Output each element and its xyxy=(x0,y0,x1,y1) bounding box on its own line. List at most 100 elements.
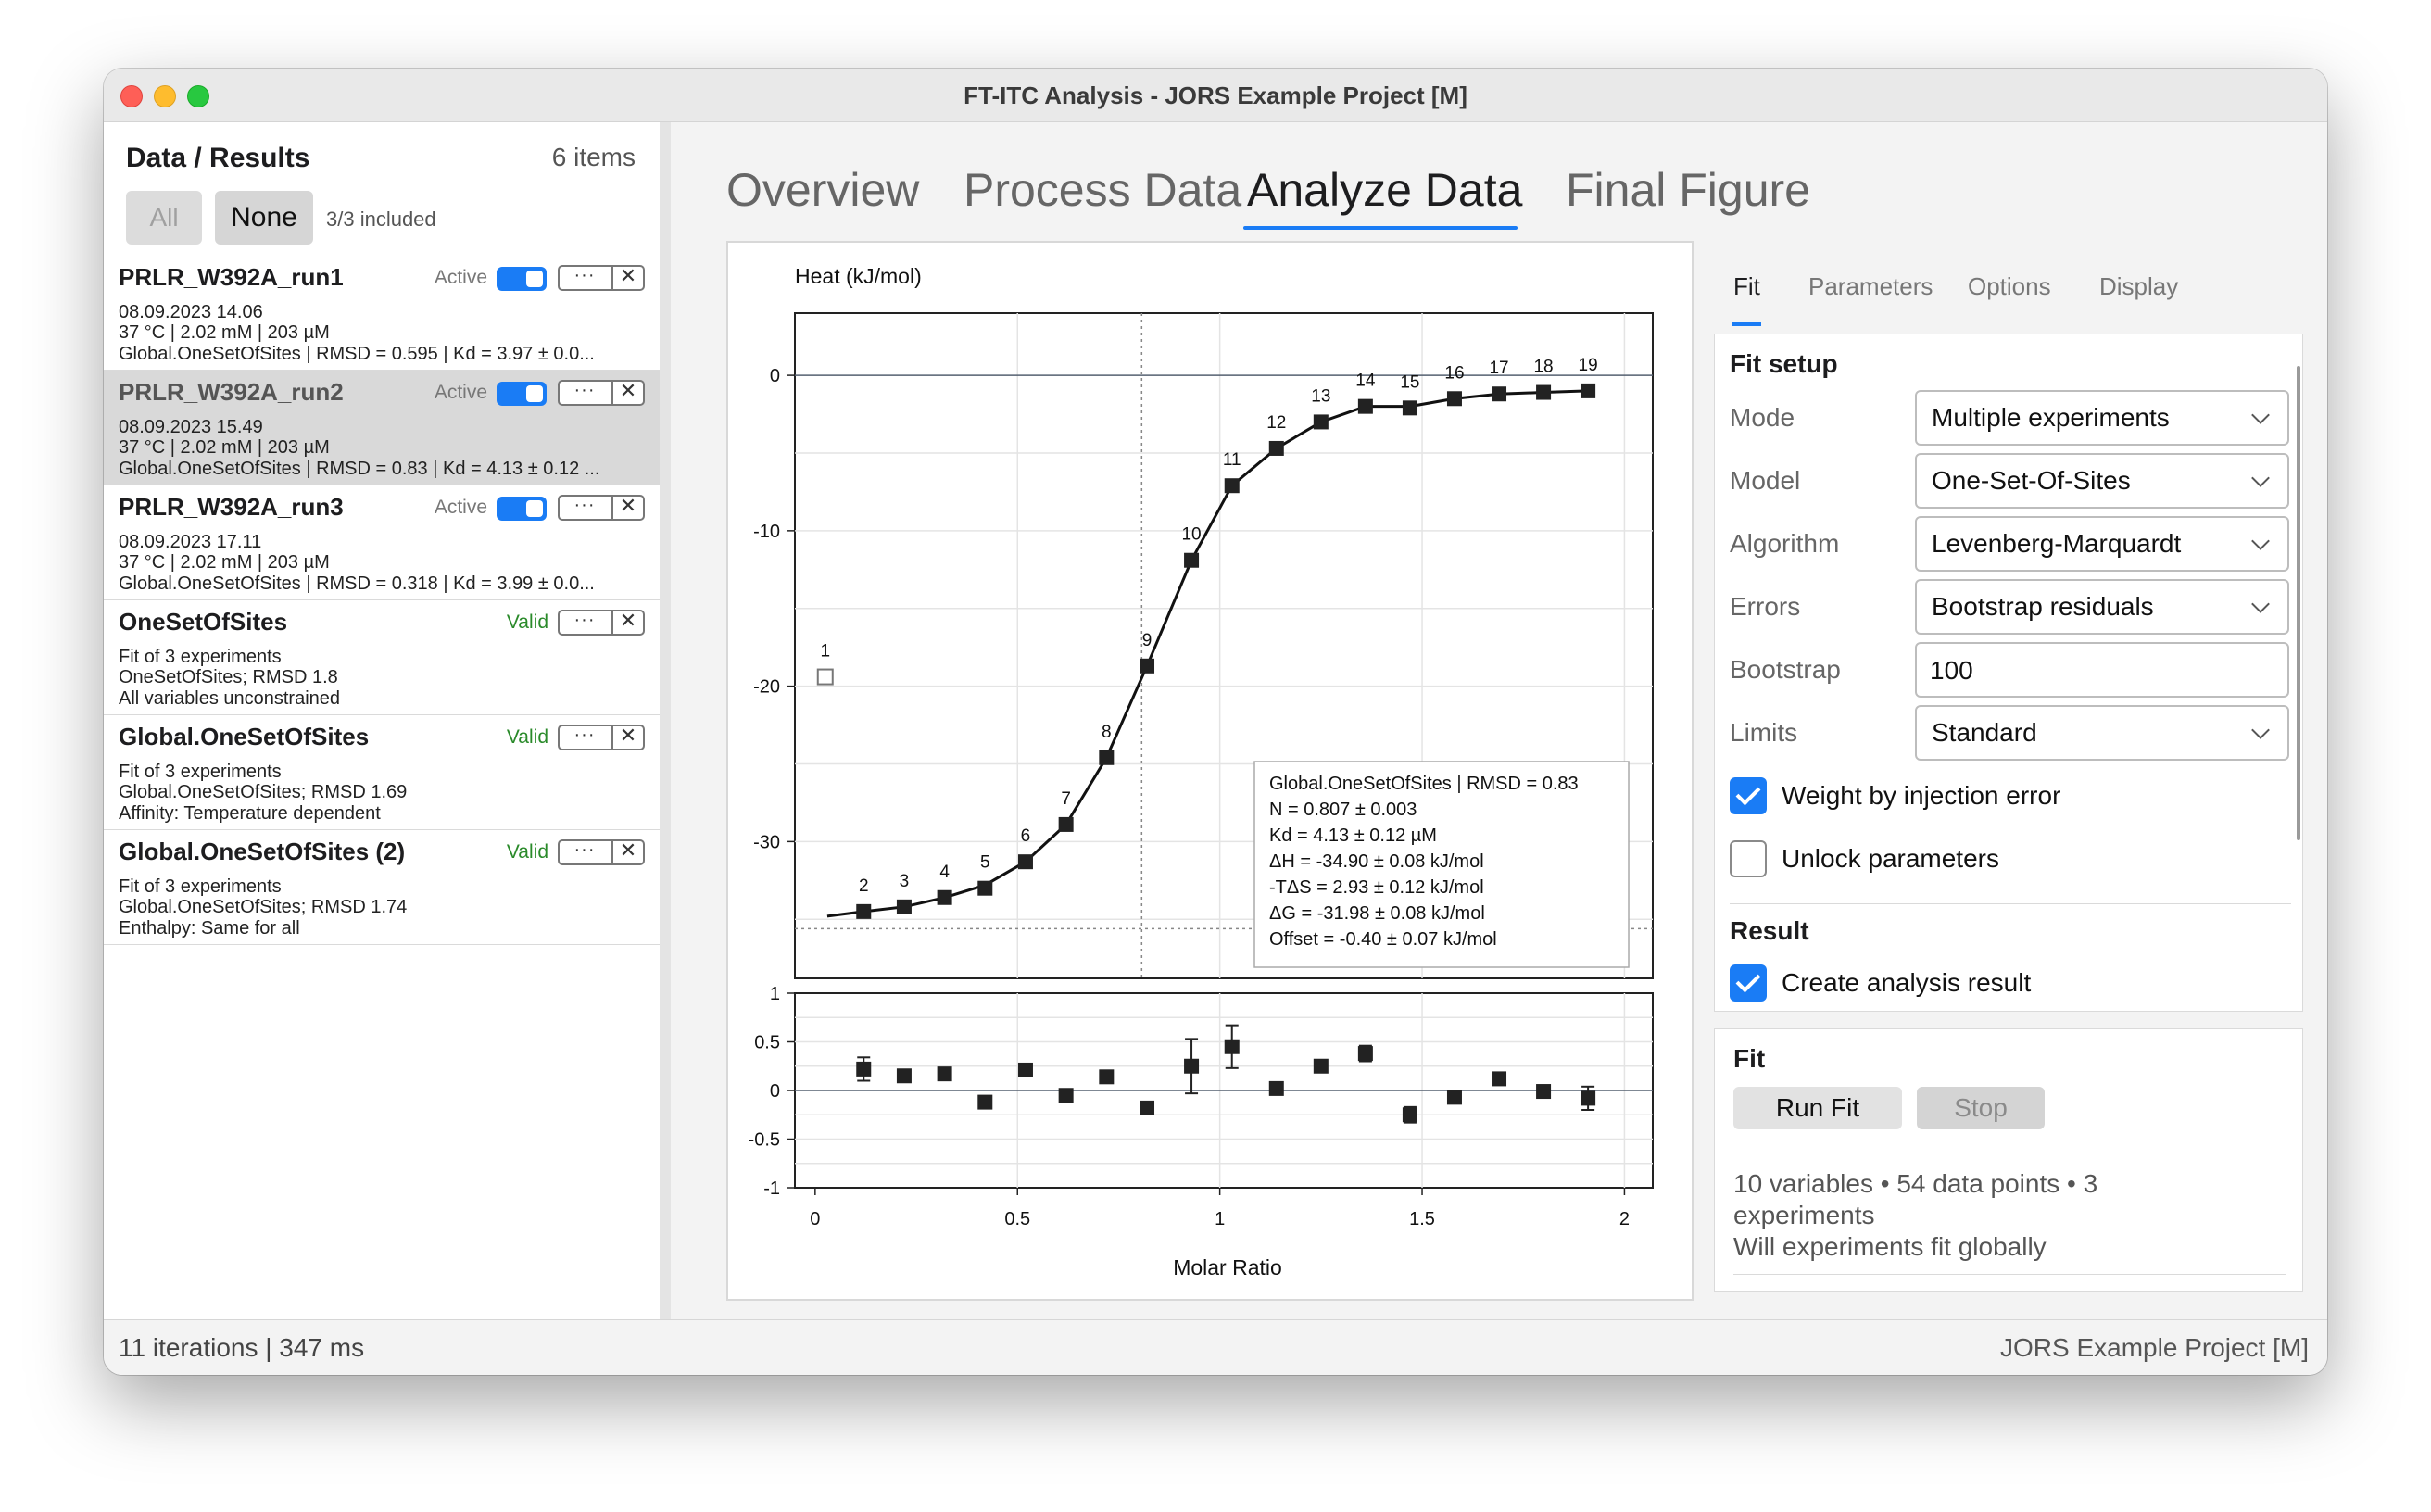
data-point xyxy=(1581,383,1596,398)
x-tick-label: 1 xyxy=(1215,1209,1225,1229)
more-options-icon[interactable]: ··· xyxy=(560,495,610,516)
weight-by-injection-error-label: Weight by injection error xyxy=(1782,781,2061,810)
injection-label: 4 xyxy=(939,863,950,882)
injection-label: 17 xyxy=(1489,359,1508,378)
bootstrap-field[interactable] xyxy=(1915,642,2289,698)
data-point xyxy=(1140,658,1155,674)
select-all-button[interactable]: All xyxy=(126,191,202,245)
injection-label: 15 xyxy=(1400,372,1419,392)
residual-point xyxy=(856,1061,872,1077)
data-point xyxy=(1492,386,1507,402)
more-options-icon[interactable]: ··· xyxy=(560,265,610,286)
errors-label: Errors xyxy=(1730,592,1801,621)
errors-select[interactable]: Bootstrap residuals xyxy=(1915,579,2289,635)
divider xyxy=(1730,903,2291,904)
chevron-down-icon xyxy=(2251,721,2270,739)
item-name: PRLR_W392A_run2 xyxy=(119,378,344,406)
unlock-parameters-label: Unlock parameters xyxy=(1782,844,1999,873)
model-select[interactable]: One-Set-Of-Sites xyxy=(1915,453,2289,509)
item-detail-2: Global.OneSetOfSites; RMSD 1.74 xyxy=(119,897,408,917)
tab-options[interactable]: Options xyxy=(1968,272,2051,301)
tab-analyze-data[interactable]: Analyze Data xyxy=(1247,163,1522,217)
residual-point xyxy=(1017,1062,1033,1077)
tab-final-figure[interactable]: Final Figure xyxy=(1566,163,1810,217)
legend-line: ΔH = -34.90 ± 0.08 kJ/mol xyxy=(1269,851,1484,872)
more-options-icon[interactable]: ··· xyxy=(560,610,610,631)
remove-icon[interactable]: ✕ xyxy=(613,264,643,288)
item-detail-2: Global.OneSetOfSites; RMSD 1.69 xyxy=(119,782,408,802)
residual-point xyxy=(1224,1039,1240,1054)
tab-display[interactable]: Display xyxy=(2099,272,2178,301)
y-axis-label: Heat (kJ/mol) xyxy=(795,264,922,288)
item-detail-2: 37 °C | 2.02 mM | 203 µM xyxy=(119,322,330,343)
remove-icon[interactable]: ✕ xyxy=(613,494,643,518)
list-item[interactable]: Global.OneSetOfSites Valid ··· ✕ Fit of 3 ex… xyxy=(104,715,660,830)
data-point xyxy=(1017,854,1033,870)
item-controls: ··· ✕ xyxy=(558,264,645,291)
mode-select[interactable]: Multiple experiments xyxy=(1915,390,2289,446)
algorithm-label: Algorithm xyxy=(1730,529,1840,558)
injection-label: 6 xyxy=(1021,826,1031,846)
fit-setup-scrollbar[interactable] xyxy=(2297,366,2300,840)
stop-button[interactable]: Stop xyxy=(1917,1087,2045,1129)
residual-point xyxy=(1058,1088,1074,1103)
data-point xyxy=(1184,552,1200,568)
limits-select[interactable]: Standard xyxy=(1915,705,2289,761)
x-tick-label: 0 xyxy=(810,1209,820,1229)
data-point xyxy=(937,889,952,905)
create-analysis-result-checkbox[interactable] xyxy=(1730,964,1767,1002)
weight-by-injection-error-checkbox[interactable] xyxy=(1730,777,1767,814)
list-item[interactable]: Global.OneSetOfSites (2) Valid ··· ✕ Fit of … xyxy=(104,830,660,945)
tab-overview[interactable]: Overview xyxy=(726,163,919,217)
tab-fit[interactable]: Fit xyxy=(1733,272,1760,301)
item-status: Active xyxy=(434,382,487,403)
data-point xyxy=(1099,750,1115,765)
tab-process-data[interactable]: Process Data xyxy=(964,163,1241,217)
more-options-icon[interactable]: ··· xyxy=(560,839,610,861)
active-toggle[interactable] xyxy=(497,497,547,521)
remove-icon[interactable]: ✕ xyxy=(613,838,643,863)
residual-point xyxy=(1099,1069,1115,1085)
algorithm-select[interactable]: Levenberg-Marquardt xyxy=(1915,516,2289,572)
select-none-button[interactable]: None xyxy=(215,191,313,245)
injection-label: 19 xyxy=(1579,356,1598,375)
list-item[interactable]: OneSetOfSites Valid ··· ✕ Fit of 3 experimen… xyxy=(104,600,660,715)
list-item[interactable]: PRLR_W392A_run1 Active ··· ✕ 08.09.2023 14.0… xyxy=(104,256,660,371)
sidebar: Data / Results 6 items All None 3/3 incl… xyxy=(104,122,660,1319)
injection-label: 9 xyxy=(1142,631,1153,650)
limits-label: Limits xyxy=(1730,718,1798,747)
sidebar-title: Data / Results xyxy=(126,143,310,173)
run-fit-button[interactable]: Run Fit xyxy=(1733,1087,1902,1129)
unlock-parameters-checkbox[interactable] xyxy=(1730,840,1767,877)
injection-label: 14 xyxy=(1355,372,1376,391)
y-tick-label: 0 xyxy=(770,366,780,386)
item-status: Active xyxy=(434,267,487,288)
list-item[interactable]: PRLR_W392A_run2 Active ··· ✕ 08.09.2023 15.4… xyxy=(104,371,660,485)
bootstrap-input[interactable] xyxy=(1930,653,2273,688)
remove-icon[interactable]: ✕ xyxy=(613,609,643,633)
list-item[interactable]: PRLR_W392A_run3 Active ··· ✕ 08.09.2023 17.1… xyxy=(104,485,660,600)
item-name: Global.OneSetOfSites xyxy=(119,723,370,750)
x-axis-label: Molar Ratio xyxy=(1173,1255,1282,1279)
app-window: FT-ITC Analysis - JORS Example Project [… xyxy=(104,69,2327,1375)
itc-plot[interactable]: 0-10-20-30Heat (kJ/mol)12 3 4 5678910111213… xyxy=(728,243,1692,1299)
remove-icon[interactable]: ✕ xyxy=(613,379,643,403)
residual-point xyxy=(1492,1071,1507,1087)
active-toggle[interactable] xyxy=(497,267,547,291)
data-point xyxy=(1058,816,1074,832)
injection-label: 7 xyxy=(1061,789,1071,809)
tab-parameters[interactable]: Parameters xyxy=(1808,272,1933,301)
item-detail-1: Fit of 3 experiments xyxy=(119,762,282,782)
data-point xyxy=(856,903,872,919)
mode-value: Multiple experiments xyxy=(1932,403,2170,432)
active-toggle[interactable] xyxy=(497,382,547,406)
more-options-icon[interactable]: ··· xyxy=(560,380,610,401)
remove-icon[interactable]: ✕ xyxy=(613,724,643,748)
status-project: JORS Example Project [M] xyxy=(2000,1333,2309,1362)
chevron-down-icon xyxy=(2251,406,2270,424)
title-bar: FT-ITC Analysis - JORS Example Project [… xyxy=(104,69,2327,122)
sidebar-splitter[interactable] xyxy=(660,122,671,1319)
data-point xyxy=(1224,478,1240,494)
item-detail-3: Global.OneSetOfSites | RMSD = 0.83 | Kd … xyxy=(119,459,600,479)
more-options-icon[interactable]: ··· xyxy=(560,724,610,746)
